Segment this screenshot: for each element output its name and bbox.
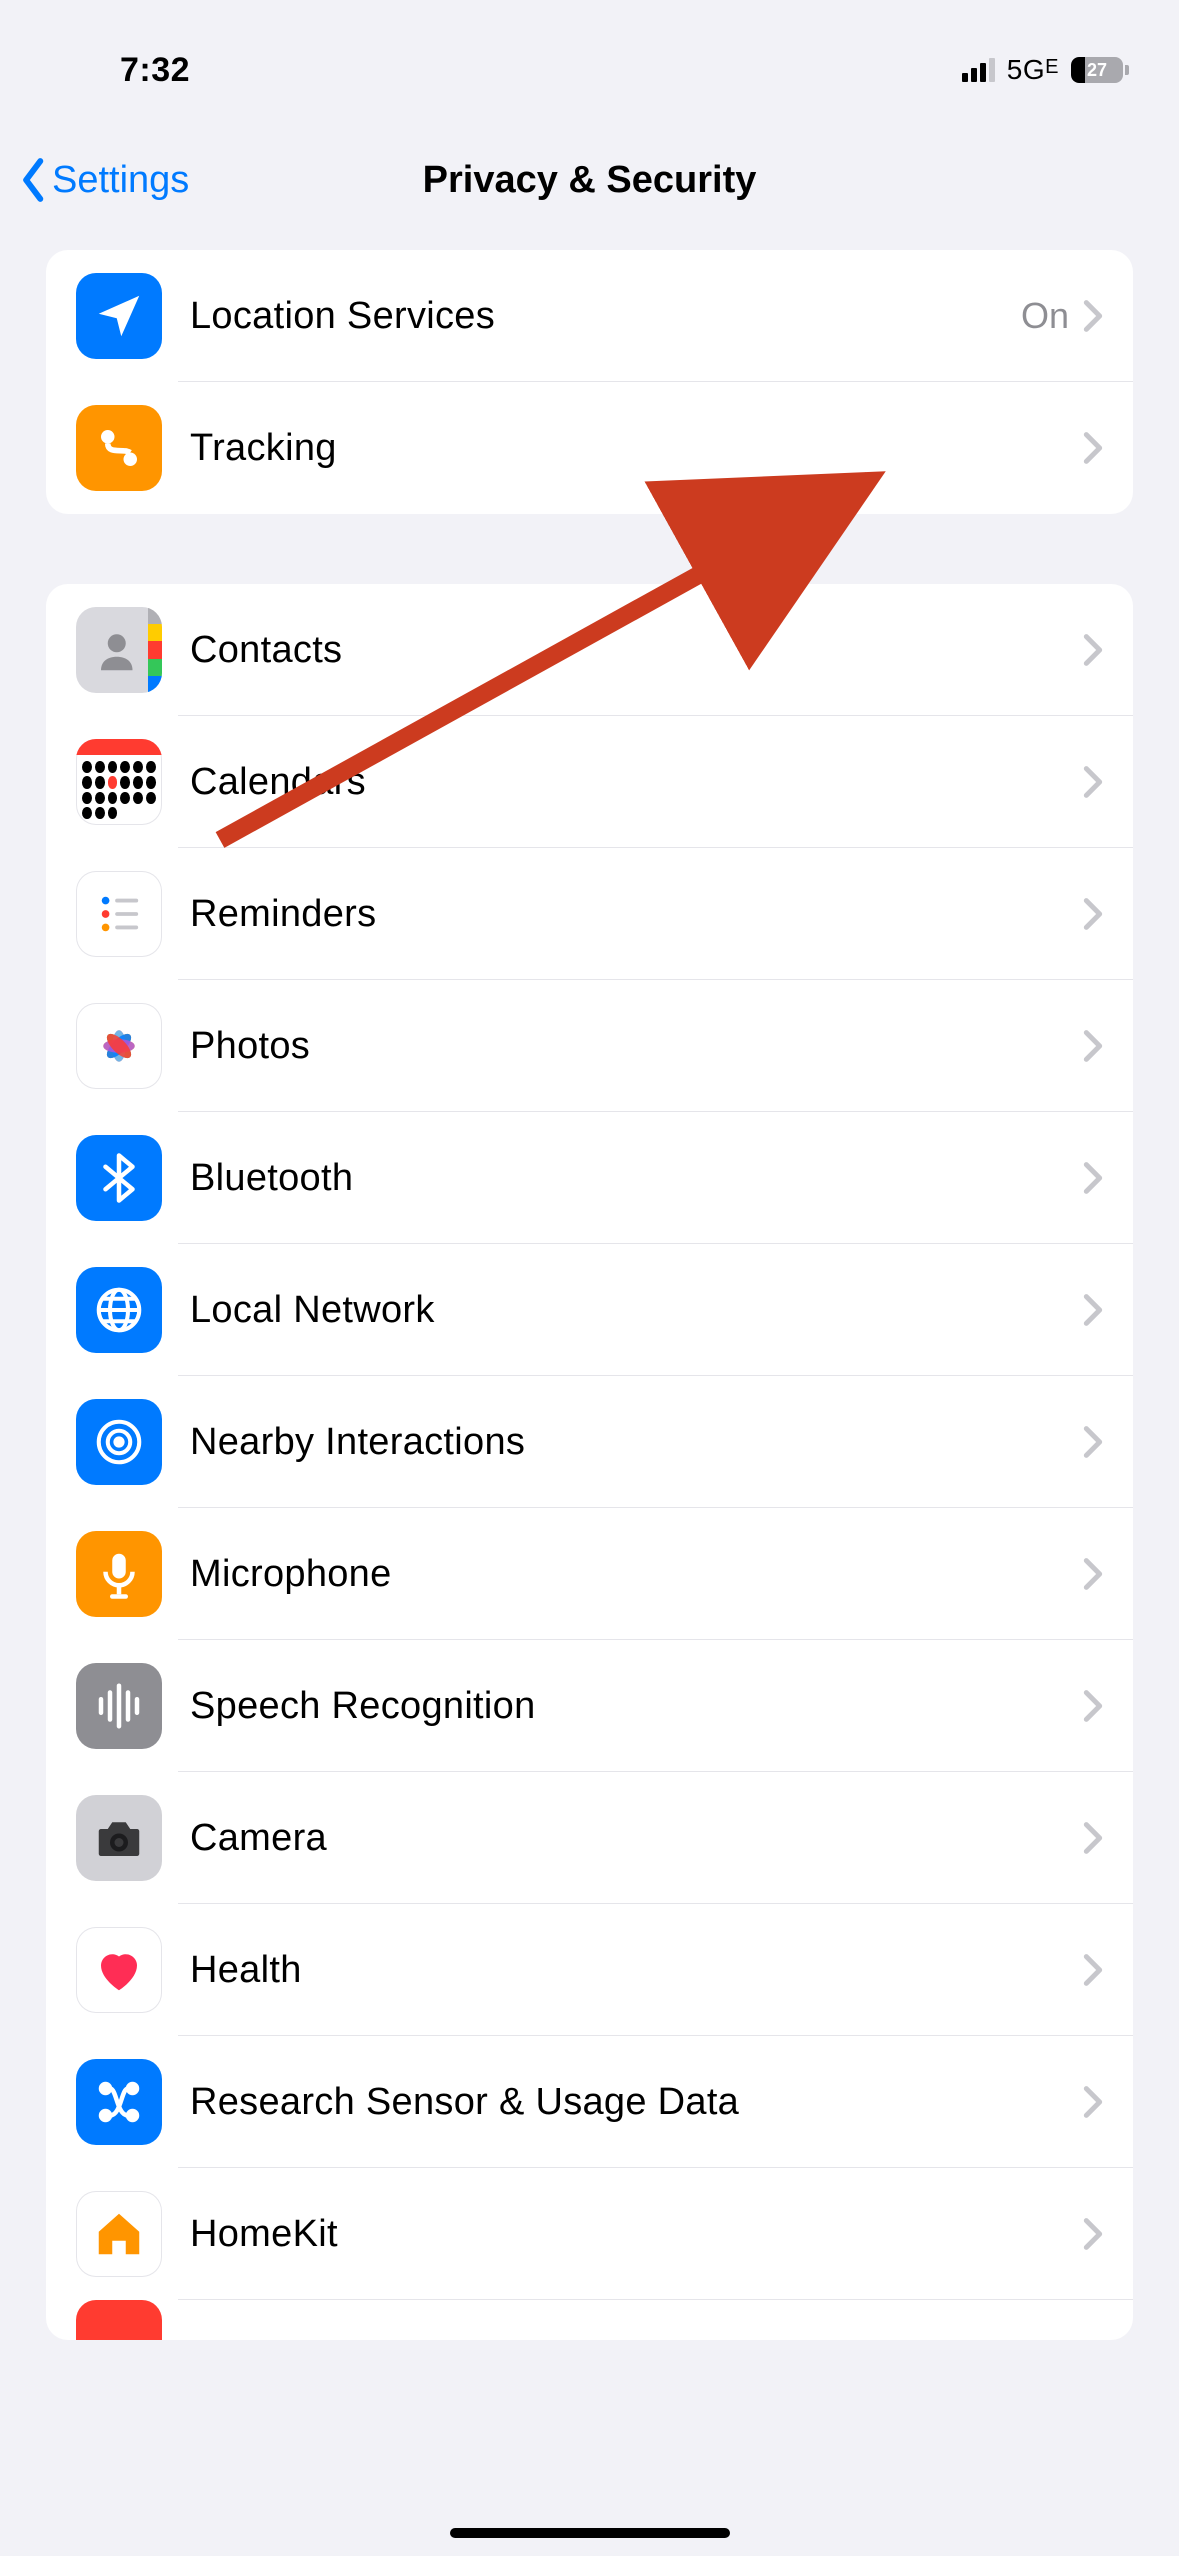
chevron-right-icon bbox=[1083, 2085, 1103, 2119]
partial-red-icon bbox=[76, 2300, 162, 2340]
navigation-bar: Settings Privacy & Security bbox=[0, 110, 1179, 250]
chevron-right-icon bbox=[1083, 1029, 1103, 1063]
cellular-signal-icon bbox=[962, 58, 995, 82]
row-label: Reminders bbox=[190, 893, 1083, 936]
row-health[interactable]: Health bbox=[46, 1904, 1133, 2036]
row-contacts[interactable]: Contacts bbox=[46, 584, 1133, 716]
reminders-icon bbox=[76, 871, 162, 957]
row-calendars[interactable]: Calendars bbox=[46, 716, 1133, 848]
row-location-services[interactable]: Location Services On bbox=[46, 250, 1133, 382]
chevron-right-icon bbox=[1083, 1557, 1103, 1591]
contacts-icon bbox=[76, 607, 162, 693]
home-icon bbox=[76, 2191, 162, 2277]
row-speech-recognition[interactable]: Speech Recognition bbox=[46, 1640, 1133, 1772]
chevron-right-icon bbox=[1083, 633, 1103, 667]
row-bluetooth[interactable]: Bluetooth bbox=[46, 1112, 1133, 1244]
settings-group-location: Location Services On Tracking bbox=[46, 250, 1133, 514]
row-label: Tracking bbox=[190, 427, 1083, 470]
row-nearby-interactions[interactable]: Nearby Interactions bbox=[46, 1376, 1133, 1508]
row-label: Calendars bbox=[190, 761, 1083, 804]
status-bar: 7:32 5GE 27 bbox=[0, 0, 1179, 110]
row-label: Health bbox=[190, 1949, 1083, 1992]
chevron-right-icon bbox=[1083, 1953, 1103, 1987]
row-label: Nearby Interactions bbox=[190, 1421, 1083, 1464]
row-research-sensor[interactable]: Research Sensor & Usage Data bbox=[46, 2036, 1133, 2168]
chevron-right-icon bbox=[1083, 299, 1103, 333]
page-title: Privacy & Security bbox=[423, 159, 757, 202]
nearby-radar-icon bbox=[76, 1399, 162, 1485]
row-partial[interactable] bbox=[46, 2300, 1133, 2340]
row-homekit[interactable]: HomeKit bbox=[46, 2168, 1133, 2300]
chevron-right-icon bbox=[1083, 1161, 1103, 1195]
network-type-label: 5GE bbox=[1007, 54, 1059, 86]
home-indicator[interactable] bbox=[450, 2528, 730, 2538]
chevron-right-icon bbox=[1083, 1821, 1103, 1855]
back-label: Settings bbox=[52, 159, 189, 202]
row-label: Camera bbox=[190, 1817, 1083, 1860]
row-camera[interactable]: Camera bbox=[46, 1772, 1133, 1904]
row-label: Bluetooth bbox=[190, 1157, 1083, 1200]
chevron-right-icon bbox=[1083, 1689, 1103, 1723]
chevron-right-icon bbox=[1083, 1425, 1103, 1459]
globe-network-icon bbox=[76, 1267, 162, 1353]
calendar-icon bbox=[76, 739, 162, 825]
tracking-icon bbox=[76, 405, 162, 491]
row-value: On bbox=[1021, 295, 1069, 337]
battery-indicator: 27 bbox=[1071, 57, 1129, 83]
location-arrow-icon bbox=[76, 273, 162, 359]
row-label: Speech Recognition bbox=[190, 1685, 1083, 1728]
photos-icon bbox=[76, 1003, 162, 1089]
row-label: Location Services bbox=[190, 295, 1021, 338]
bluetooth-icon bbox=[76, 1135, 162, 1221]
chevron-right-icon bbox=[1083, 431, 1103, 465]
row-label: Research Sensor & Usage Data bbox=[190, 2081, 1083, 2124]
row-label: Microphone bbox=[190, 1553, 1083, 1596]
microphone-icon bbox=[76, 1531, 162, 1617]
row-label: HomeKit bbox=[190, 2213, 1083, 2256]
settings-group-privacy-apps: Contacts Calendars Reminders bbox=[46, 584, 1133, 2340]
row-tracking[interactable]: Tracking bbox=[46, 382, 1133, 514]
row-label: Contacts bbox=[190, 629, 1083, 672]
row-photos[interactable]: Photos bbox=[46, 980, 1133, 1112]
row-label: Local Network bbox=[190, 1289, 1083, 1332]
row-reminders[interactable]: Reminders bbox=[46, 848, 1133, 980]
row-local-network[interactable]: Local Network bbox=[46, 1244, 1133, 1376]
chevron-right-icon bbox=[1083, 897, 1103, 931]
chevron-right-icon bbox=[1083, 2217, 1103, 2251]
row-microphone[interactable]: Microphone bbox=[46, 1508, 1133, 1640]
row-label: Photos bbox=[190, 1025, 1083, 1068]
chevron-right-icon bbox=[1083, 1293, 1103, 1327]
chevron-right-icon bbox=[1083, 765, 1103, 799]
waveform-icon bbox=[76, 1663, 162, 1749]
sensor-data-icon bbox=[76, 2059, 162, 2145]
chevron-left-icon bbox=[20, 158, 48, 202]
battery-percent-label: 27 bbox=[1087, 60, 1107, 81]
status-time: 7:32 bbox=[120, 51, 190, 90]
camera-icon bbox=[76, 1795, 162, 1881]
status-right: 5GE 27 bbox=[962, 54, 1129, 86]
heart-icon bbox=[76, 1927, 162, 2013]
back-button[interactable]: Settings bbox=[20, 158, 189, 202]
